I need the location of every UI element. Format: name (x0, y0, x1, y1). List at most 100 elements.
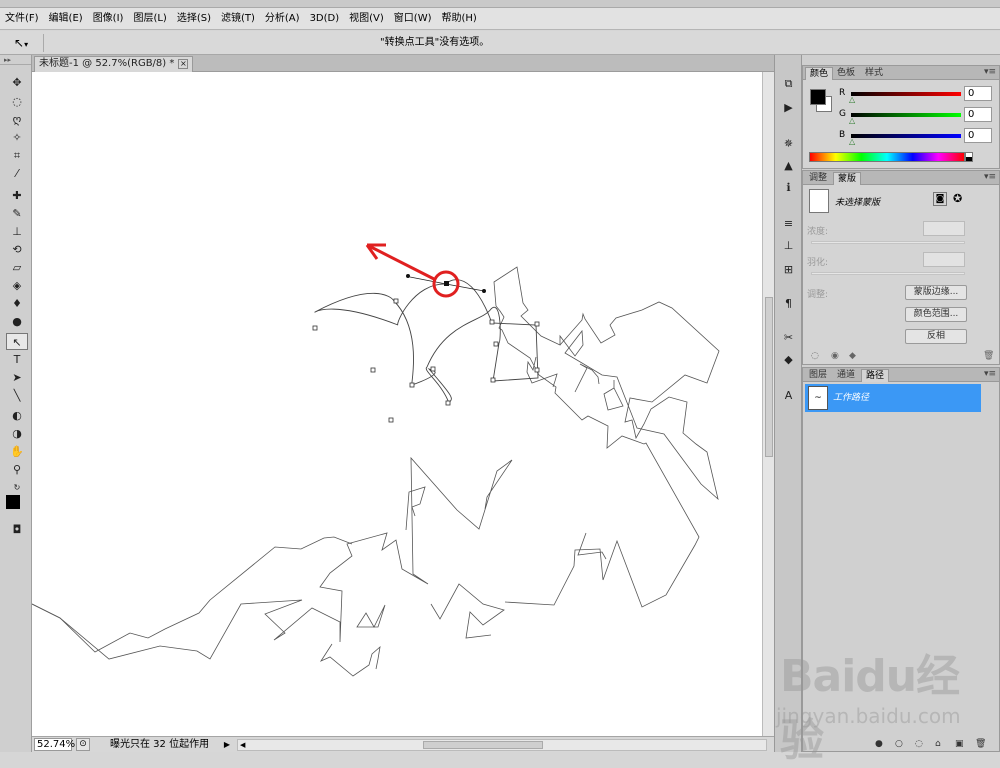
tab-masks[interactable]: 蒙版 (833, 172, 862, 185)
color-spectrum-bar[interactable] (809, 152, 965, 162)
green-value-field[interactable]: 0 (964, 107, 992, 122)
zoom-field[interactable]: 52.74% (34, 738, 75, 751)
menu-layer[interactable]: 图层(L) (128, 8, 171, 30)
horizontal-scrollbar[interactable]: ◀ (237, 739, 767, 751)
character-panel-icon[interactable]: A (780, 387, 797, 404)
blue-slider[interactable]: B △ 0 (839, 128, 999, 146)
healing-brush-icon[interactable]: ✚ (6, 187, 28, 204)
history-panel-icon[interactable]: ⧉ (780, 75, 797, 92)
selected-anchor[interactable] (444, 281, 449, 286)
menu-view[interactable]: 视图(V) (344, 8, 389, 30)
menu-filter[interactable]: 滤镜(T) (216, 8, 260, 30)
slider-handle-icon[interactable]: △ (849, 95, 855, 104)
menu-file[interactable]: 文件(F) (0, 8, 44, 30)
scroll-left-icon[interactable]: ◀ (240, 740, 245, 750)
red-value-field[interactable]: 0 (964, 86, 992, 101)
zoom-tool-icon[interactable]: ⚲ (6, 461, 28, 478)
3d-rotate-icon[interactable]: ◐ (6, 407, 28, 424)
eye-icon[interactable]: ◉ (831, 351, 839, 361)
brush-tool-icon[interactable]: ✎ (6, 205, 28, 222)
eraser-tool-icon[interactable]: ▱ (6, 259, 28, 276)
menu-analysis[interactable]: 分析(A) (260, 8, 305, 30)
trash-icon[interactable]: 🗑 (983, 351, 994, 361)
menu-help[interactable]: 帮助(H) (437, 8, 482, 30)
status-arrow-icon[interactable]: ▶ (222, 738, 232, 751)
paragraph-panel-icon[interactable]: ¶ (780, 295, 797, 312)
line-tool-icon[interactable]: ╲ (6, 387, 28, 404)
vertical-scroll-thumb[interactable] (765, 297, 773, 457)
apply-mask-icon[interactable]: ◆ (849, 351, 856, 361)
panel-menu-icon[interactable]: ▾≡ (984, 172, 996, 182)
tab-channels[interactable]: 通道 (833, 369, 859, 382)
tab-adjustments[interactable]: 调整 (805, 172, 831, 185)
menu-window[interactable]: 窗口(W) (389, 8, 437, 30)
foreground-color-swatch[interactable] (6, 495, 20, 509)
dodge-tool-icon[interactable]: ● (6, 313, 28, 330)
menu-3d[interactable]: 3D(D) (305, 8, 345, 30)
close-icon[interactable]: × (178, 59, 189, 69)
menu-edit[interactable]: 编辑(E) (44, 8, 88, 30)
slider-handle-icon[interactable]: △ (849, 116, 855, 125)
foreground-color-chip[interactable] (810, 89, 826, 105)
type-tool-icon[interactable]: T (6, 351, 28, 368)
3d-panel-icon[interactable]: ◆ (780, 351, 797, 368)
green-slider[interactable]: G △ 0 (839, 107, 999, 125)
tab-swatches[interactable]: 色板 (833, 67, 859, 80)
move-tool-icon[interactable]: ✥ (6, 74, 28, 91)
status-text: 曝光只在 32 位起作用 (110, 739, 210, 750)
quick-mask-icon[interactable]: ◘ (6, 521, 28, 538)
masks-panel: 调整 蒙版 ▾≡ 未选择蒙版 ◙ ✪ 浓度: 羽化: 调整: 蒙版边缘... 颜… (802, 170, 1000, 365)
horizontal-scroll-thumb[interactable] (423, 741, 543, 749)
lasso-tool-icon[interactable]: ღ (6, 111, 28, 128)
menu-select[interactable]: 选择(S) (172, 8, 216, 30)
3d-orbit-icon[interactable]: ◑ (6, 425, 28, 442)
blue-value-field[interactable]: 0 (964, 128, 992, 143)
actions-panel-icon[interactable]: ▶ (780, 99, 797, 116)
watermark-url: jingyan.baidu.com (776, 704, 961, 728)
color-range-button[interactable]: 颜色范围... (905, 307, 967, 322)
tab-layers[interactable]: 图层 (805, 369, 831, 382)
clone-source-panel-icon[interactable]: ⊥ (780, 237, 797, 254)
canvas[interactable] (32, 72, 762, 736)
tab-styles[interactable]: 样式 (861, 67, 887, 80)
clone-stamp-icon[interactable]: ⊥ (6, 223, 28, 240)
red-slider[interactable]: R △ 0 (839, 86, 999, 104)
swap-colors-icon[interactable]: ↻ (6, 479, 28, 496)
load-selection-icon[interactable]: ◌ (811, 351, 819, 361)
panel-menu-icon[interactable]: ▾≡ (984, 369, 996, 379)
tool-presets-panel-icon[interactable]: ⊞ (780, 261, 797, 278)
histogram-panel-icon[interactable]: ▲ (780, 157, 797, 174)
tool-preset-picker[interactable]: ↖▾ (14, 34, 44, 52)
slider-handle-icon[interactable]: △ (849, 137, 855, 146)
direction-handle-left[interactable] (406, 274, 410, 278)
pixel-mask-icon[interactable]: ◙ (933, 192, 947, 206)
direction-handle-right[interactable] (482, 289, 486, 293)
crop-tool-icon[interactable]: ⌗ (6, 147, 28, 164)
eyedropper-tool-icon[interactable]: ⁄ (6, 165, 28, 182)
brushes-panel-icon[interactable]: ≡ (780, 215, 797, 232)
blur-tool-icon[interactable]: ♦ (6, 295, 28, 312)
panel-menu-icon[interactable]: ▾≡ (984, 67, 996, 77)
convert-point-tool-icon[interactable]: ↖ (6, 333, 28, 350)
menu-image[interactable]: 图像(I) (88, 8, 129, 30)
quick-select-tool-icon[interactable]: ✧ (6, 129, 28, 146)
toolbox-grip[interactable]: ▸▸ (0, 55, 31, 65)
black-white-ramp[interactable] (965, 152, 973, 162)
info-panel-icon[interactable]: ℹ (780, 179, 797, 196)
paint-bucket-icon[interactable]: ◈ (6, 277, 28, 294)
navigator-panel-icon[interactable]: ✵ (780, 135, 797, 152)
path-select-tool-icon[interactable]: ➤ (6, 369, 28, 386)
tab-paths[interactable]: 路径 (861, 369, 890, 382)
status-menu-icon[interactable]: ⊙ (76, 738, 90, 751)
history-brush-icon[interactable]: ⟲ (6, 241, 28, 258)
options-bar: ↖▾ "转换点工具"没有选项。 (0, 31, 1000, 55)
path-item-work-path[interactable]: ~ 工作路径 (805, 384, 981, 412)
invert-button[interactable]: 反相 (905, 329, 967, 344)
tool-options-icon[interactable]: ✂ (780, 329, 797, 346)
vector-mask-icon[interactable]: ✪ (953, 192, 962, 205)
marquee-tool-icon[interactable]: ◌ (6, 93, 28, 110)
mask-edge-button[interactable]: 蒙版边缘... (905, 285, 967, 300)
hand-tool-icon[interactable]: ✋ (6, 443, 28, 460)
tab-color[interactable]: 颜色 (805, 67, 834, 80)
document-tab[interactable]: 未标题-1 @ 52.7%(RGB/8) * × (34, 56, 194, 72)
